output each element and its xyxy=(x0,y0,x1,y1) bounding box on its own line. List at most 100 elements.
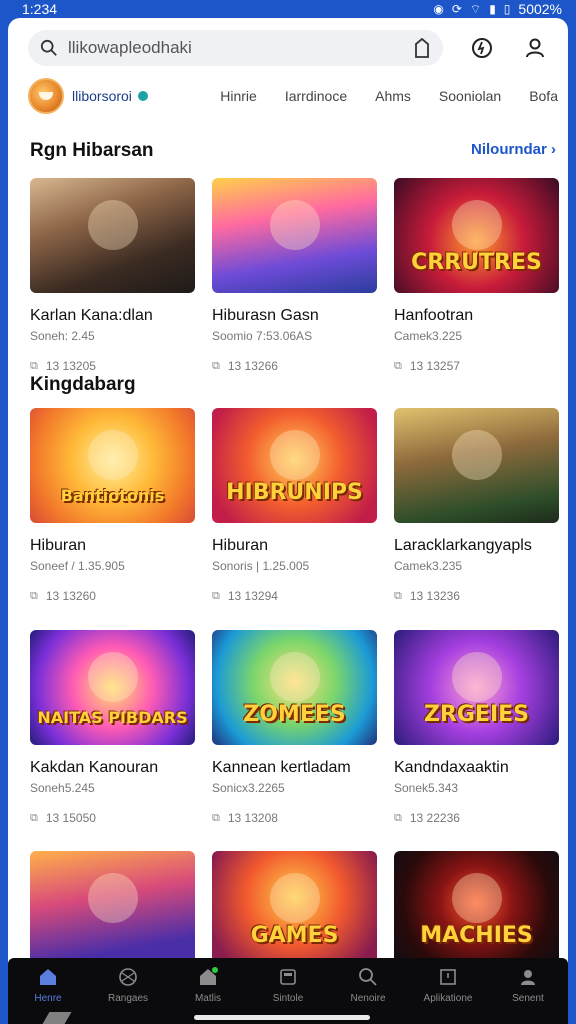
game-thumbnail[interactable]: NAITAS PIBDARS xyxy=(30,630,195,745)
card-subtitle: Sonicx3.2265 xyxy=(212,781,285,795)
game-card[interactable]: Karlan Kana:dlan Soneh: 2.45 ⧉ 13 13205 xyxy=(30,178,195,373)
apps-icon xyxy=(437,966,459,988)
top-nav-link-5[interactable]: Bofa xyxy=(529,88,558,104)
card-stat: ⧉ 13 13294 xyxy=(212,589,377,603)
game-thumbnail[interactable]: MACHIES xyxy=(394,851,559,966)
main-sheet: lliborsoroi Hinrie Iarrdinoce Ahms Sooni… xyxy=(8,18,568,1024)
game-thumbnail[interactable] xyxy=(30,851,195,966)
top-nav: Hinrie Iarrdinoce Ahms Sooniolan Bofa xyxy=(192,88,558,104)
search-box[interactable] xyxy=(28,30,444,66)
folder-icon xyxy=(277,966,299,988)
bottom-nav-label: Henre xyxy=(34,993,62,1004)
card-stat: ⧉ 13 13257 xyxy=(394,359,559,373)
card-title: Hiburasn Gasn xyxy=(212,307,319,324)
character-art xyxy=(88,430,138,480)
app-logo[interactable] xyxy=(28,78,64,114)
character-art xyxy=(270,430,320,480)
card-subtitle: Camek3.235 xyxy=(394,559,463,573)
bottom-nav-item[interactable]: Aplikatione xyxy=(412,966,484,1024)
card-stat-value: 13 13266 xyxy=(227,359,278,373)
bottom-nav-item[interactable]: Senent xyxy=(492,966,564,1024)
game-card[interactable]: NAITAS PIBDARS Kakdan Kanouran Soneh5.245 ⧉… xyxy=(30,630,195,825)
game-card[interactable]: ZRGEIES Kandndaxaaktin Sonek5.343 ⧉ 13 22236 xyxy=(394,630,559,825)
game-thumbnail[interactable]: GAMES xyxy=(212,851,377,966)
game-thumbnail[interactable]: HIBRUNIPS xyxy=(212,408,377,523)
game-thumbnail[interactable]: CRRUTRES xyxy=(394,178,559,293)
section-title: Kingdabarg xyxy=(30,374,136,395)
game-card[interactable]: ZOMEES Kannean kertladam Sonicx3.2265 ⧉ 13 1… xyxy=(212,630,377,825)
game-thumbnail[interactable]: Bantiotonis xyxy=(30,408,195,523)
search-input[interactable] xyxy=(68,38,414,58)
card-stat: ⧉ 13 15050 xyxy=(30,811,195,825)
search-icon xyxy=(40,39,57,56)
home-icon xyxy=(37,966,59,988)
game-card[interactable]: HIBRUNIPS Hiburan Sonoris | 1.25.005 ⧉ 13 13… xyxy=(212,408,377,603)
character-art xyxy=(270,200,320,250)
game-logo-text: ZOMEES xyxy=(243,702,346,727)
signal-icon: ▮ xyxy=(489,2,496,16)
card-subtitle: Camek3.225 xyxy=(394,329,463,343)
see-all-link[interactable]: Nilourndar › xyxy=(471,141,556,158)
card-title: Laracklarkangyapls xyxy=(394,537,532,554)
see-all-label: Nilourndar xyxy=(471,141,547,158)
top-nav-link-2[interactable]: Iarrdinoce xyxy=(285,88,347,104)
game-thumbnail[interactable]: ZOMEES xyxy=(212,630,377,745)
bottom-nav-label: Rangaes xyxy=(107,993,149,1004)
bottom-nav-label: Sintole xyxy=(272,993,304,1004)
game-thumbnail[interactable] xyxy=(394,408,559,523)
count-icon: ⧉ xyxy=(212,589,220,602)
count-icon: ⧉ xyxy=(394,359,402,372)
card-stat: ⧉ 13 13266 xyxy=(212,359,377,373)
game-thumbnail[interactable]: ZRGEIES xyxy=(394,630,559,745)
count-icon: ⧉ xyxy=(394,811,402,824)
home-indicator[interactable] xyxy=(194,1015,370,1020)
game-card[interactable]: GAMES xyxy=(212,851,377,966)
card-subtitle: Soomio 7:53.06AS xyxy=(212,329,313,343)
top-nav-link-1[interactable]: Hinrie xyxy=(220,88,257,104)
card-stat: ⧉ 13 13205 xyxy=(30,359,195,373)
card-row: Bantiotonis Hiburan Soneef / 1.35.905 ⧉ 13 1… xyxy=(30,408,559,603)
game-logo-text: GAMES xyxy=(250,923,339,948)
card-title: Kannean kertladam xyxy=(212,759,351,776)
character-art xyxy=(452,652,502,702)
game-logo-text: NAITAS PIBDARS xyxy=(37,708,188,727)
game-card[interactable]: Bantiotonis Hiburan Soneef / 1.35.905 ⧉ 13 1… xyxy=(30,408,195,603)
card-stat-value: 13 15050 xyxy=(45,811,96,825)
clipboard-icon[interactable] xyxy=(413,38,431,58)
character-art xyxy=(88,652,138,702)
sync-icon: ⟳ xyxy=(451,2,462,16)
game-card[interactable]: MACHIES xyxy=(394,851,559,966)
card-stat: ⧉ 13 13260 xyxy=(30,589,195,603)
game-thumbnail[interactable] xyxy=(30,178,195,293)
game-card[interactable]: Hiburasn Gasn Soomio 7:53.06AS ⧉ 13 13266 xyxy=(212,178,377,373)
game-logo-text: ZRGEIES xyxy=(423,702,530,727)
person-icon xyxy=(526,38,545,58)
top-nav-link-4[interactable]: Sooniolan xyxy=(439,88,501,104)
card-stat: ⧉ 13 13208 xyxy=(212,811,377,825)
game-logo-text: Bantiotonis xyxy=(60,486,165,505)
card-subtitle: Soneh5.245 xyxy=(30,781,95,795)
card-subtitle: Soneef / 1.35.905 xyxy=(30,559,125,573)
count-icon: ⧉ xyxy=(394,589,402,602)
game-card[interactable]: Laracklarkangyapls Camek3.235 ⧉ 13 13236 xyxy=(394,408,559,603)
game-thumbnail[interactable] xyxy=(212,178,377,293)
ball-icon xyxy=(117,966,139,988)
bottom-nav-label: Senent xyxy=(512,993,544,1004)
game-card[interactable] xyxy=(30,851,195,966)
bottom-nav-item[interactable]: Rangaes xyxy=(92,966,164,1024)
gauge-icon xyxy=(471,38,492,58)
card-subtitle: Soneh: 2.45 xyxy=(30,329,95,343)
bottom-nav-label: Matlis xyxy=(194,993,222,1004)
card-title: Hiburan xyxy=(212,537,269,554)
settings-button[interactable] xyxy=(467,33,496,63)
card-stat-value: 13 13257 xyxy=(409,359,460,373)
game-card[interactable]: CRRUTRES Hanfootran Camek3.225 ⧉ 13 13257 xyxy=(394,178,559,373)
top-nav-link-3[interactable]: Ahms xyxy=(375,88,411,104)
game-logo-text: CRRUTRES xyxy=(411,250,542,275)
card-stat-value: 13 13236 xyxy=(409,589,460,603)
character-art xyxy=(452,873,502,923)
card-title: Kandndaxaaktin xyxy=(394,759,509,776)
card-title: Hanfootran xyxy=(394,307,474,324)
app-name[interactable]: lliborsoroi xyxy=(72,88,132,104)
profile-button[interactable] xyxy=(521,33,550,63)
